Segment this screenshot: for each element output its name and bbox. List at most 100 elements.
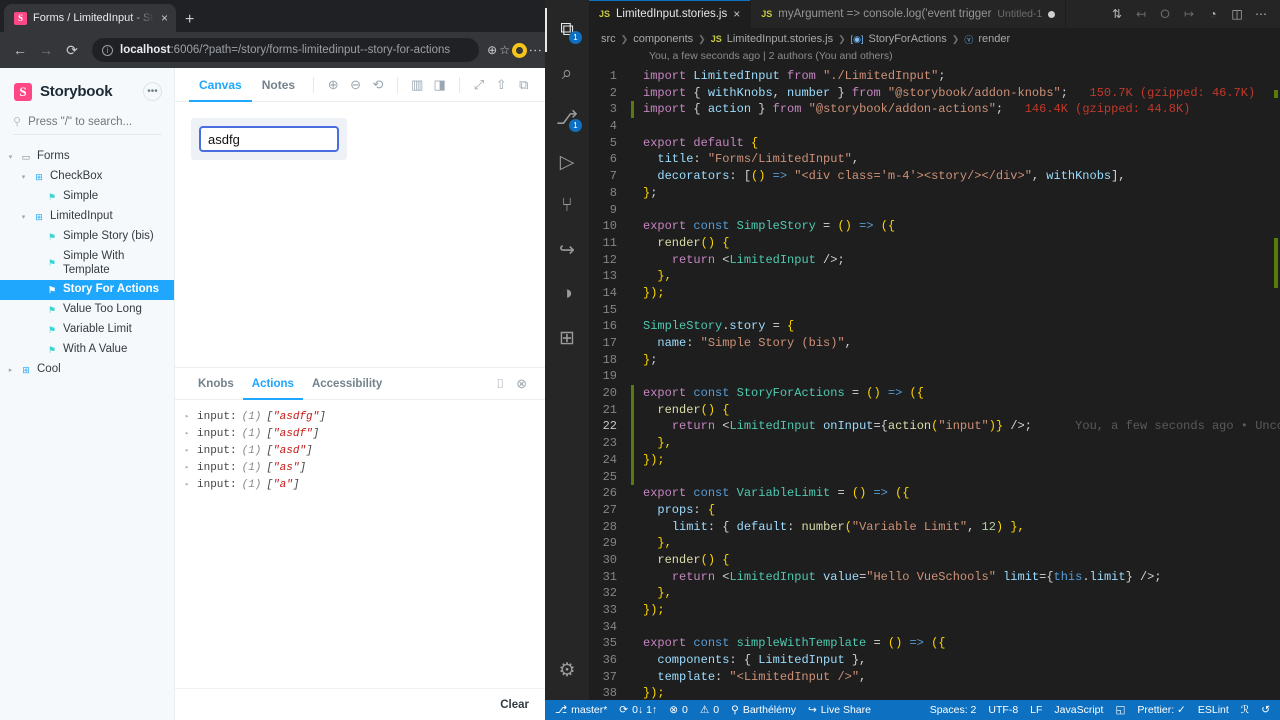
browser-menu-icon[interactable]: ⋮: [528, 44, 543, 57]
branch-status[interactable]: ⎇ master*: [549, 700, 613, 720]
tree-item-value-too-long[interactable]: ⚑ Value Too Long: [0, 300, 174, 320]
sidebar-menu-icon[interactable]: •••: [143, 82, 162, 101]
breadcrumb-item[interactable]: StoryForActions: [869, 33, 947, 45]
eslint-status[interactable]: ESLint: [1192, 700, 1235, 720]
explorer-icon[interactable]: ⧉ 1: [545, 8, 589, 52]
run-and-debug-icon[interactable]: ▷: [545, 140, 589, 184]
screencast-status[interactable]: ◱: [1109, 700, 1131, 720]
tree-item-story-for-actions[interactable]: ⚑ Story For Actions: [0, 280, 174, 300]
browser-tab[interactable]: S Forms / LimitedInput - Story F ×: [4, 4, 176, 32]
eol-status[interactable]: LF: [1024, 700, 1048, 720]
breadcrumb-item[interactable]: components: [633, 33, 693, 45]
action-log-row[interactable]: ▸ input: (1) ["asdf"]: [185, 425, 545, 442]
chevron-icon[interactable]: ▾: [6, 153, 15, 161]
tab-accessibility[interactable]: Accessibility: [303, 368, 391, 400]
live-share-icon[interactable]: ↪: [545, 228, 589, 272]
sync-status[interactable]: ⟳ 0↓ 1↑: [613, 700, 663, 720]
action-log-row[interactable]: ▸ input: (1) ["a"]: [185, 476, 545, 493]
action-log-row[interactable]: ▸ input: (1) ["as"]: [185, 459, 545, 476]
expand-icon[interactable]: ▸: [185, 412, 192, 421]
open-in-new-tab-icon[interactable]: ⇧: [490, 72, 512, 97]
back-icon[interactable]: ←: [8, 38, 32, 62]
reload-icon[interactable]: ⟳: [60, 38, 84, 62]
zoom-reset-icon[interactable]: ⟲: [367, 72, 389, 97]
tab-knobs[interactable]: Knobs: [189, 368, 243, 400]
tab-canvas[interactable]: Canvas: [189, 68, 252, 102]
run-file-icon[interactable]: ◔: [1202, 7, 1224, 21]
tab-limitedinput-stories[interactable]: JS LimitedInput.stories.js ×: [589, 0, 752, 28]
split-editor-vertical-icon[interactable]: ⇅: [1106, 7, 1128, 21]
expand-icon[interactable]: ▸: [185, 463, 192, 472]
dock-position-icon[interactable]: ⌷: [490, 376, 510, 392]
expand-icon[interactable]: ▸: [185, 480, 192, 489]
grid-background-icon[interactable]: ▥: [406, 72, 428, 97]
split-editor-icon[interactable]: ◫: [1226, 7, 1248, 21]
indentation-status[interactable]: Spaces: 2: [924, 700, 983, 720]
profile-avatar-icon[interactable]: [512, 42, 527, 58]
zoom-in-icon[interactable]: ⊕: [322, 72, 344, 97]
sidebar-search[interactable]: ⚲: [13, 115, 162, 135]
action-log-row[interactable]: ▸ input: (1) ["asd"]: [185, 442, 545, 459]
tree-item-simple-story-bis[interactable]: ⚑ Simple Story (bis): [0, 227, 174, 247]
encoding-status[interactable]: UTF-8: [982, 700, 1024, 720]
prettier-status[interactable]: Prettier: ✓: [1131, 700, 1191, 720]
tree-item-checkbox[interactable]: ▾ ⊞ CheckBox: [0, 167, 174, 187]
close-icon[interactable]: ×: [733, 7, 740, 21]
action-log-row[interactable]: ▸ input: (1) ["asdfg"]: [185, 408, 545, 425]
zoom-out-icon[interactable]: ⊖: [344, 72, 366, 97]
tree-item-limitedinput[interactable]: ▾ ⊞ LimitedInput: [0, 207, 174, 227]
expand-icon[interactable]: ▸: [185, 446, 192, 455]
chevron-icon[interactable]: ▾: [19, 213, 28, 221]
copy-link-icon[interactable]: ⧉: [513, 72, 535, 97]
user-status[interactable]: ⚲ Barthélémy: [725, 700, 802, 720]
rescript-status[interactable]: ℛ: [1235, 700, 1255, 720]
limited-input-field[interactable]: [199, 126, 339, 152]
more-actions-icon[interactable]: ⋯: [1250, 7, 1272, 21]
tree-item-with-a-value[interactable]: ⚑ With A Value: [0, 340, 174, 360]
live-share-status[interactable]: ↪ Live Share: [802, 700, 877, 720]
zoom-indicator-icon[interactable]: ⊕: [487, 43, 497, 57]
site-info-icon[interactable]: i: [102, 44, 113, 56]
tree-item-forms[interactable]: ▾ ▭ Forms: [0, 147, 174, 167]
tree-item-cool[interactable]: ▸ ⊞ Cool: [0, 360, 174, 380]
remote-explorer-icon[interactable]: ◑: [545, 272, 589, 316]
breadcrumb-item[interactable]: render: [978, 33, 1010, 45]
extensions-icon[interactable]: ⊞: [545, 316, 589, 360]
chevron-icon[interactable]: ▾: [19, 173, 28, 181]
search-input[interactable]: [28, 115, 162, 128]
editor-scrollbar[interactable]: [1266, 68, 1280, 700]
go-forward-change-icon[interactable]: ↦: [1178, 7, 1200, 21]
expand-icon[interactable]: ▸: [185, 429, 192, 438]
source-control-icon[interactable]: ⎇ 1: [545, 96, 589, 140]
address-bar[interactable]: i localhost:6006/?path=/story/forms-limi…: [92, 38, 480, 62]
tree-item-simple-with-template[interactable]: ⚑ Simple With Template: [0, 247, 174, 280]
close-panel-icon[interactable]: ⊗: [510, 376, 533, 392]
close-icon[interactable]: ×: [160, 12, 169, 24]
search-icon[interactable]: ⌕: [545, 52, 589, 96]
contrast-icon[interactable]: ◨: [428, 72, 450, 97]
tab-notes[interactable]: Notes: [252, 68, 305, 102]
current-change-icon[interactable]: ⭘: [1154, 7, 1176, 22]
warnings-status[interactable]: ⚠ 0: [694, 700, 725, 720]
settings-gear-icon[interactable]: ⚙: [545, 648, 589, 692]
tree-item-variable-limit[interactable]: ⚑ Variable Limit: [0, 320, 174, 340]
breadcrumb-item[interactable]: LimitedInput.stories.js: [727, 33, 833, 45]
chevron-icon[interactable]: ▸: [6, 366, 15, 374]
tab-myargument[interactable]: JS myArgument => console.log('event trig…: [751, 0, 1067, 28]
forward-icon[interactable]: →: [34, 38, 58, 62]
tree-item-simple[interactable]: ⚑ Simple: [0, 187, 174, 207]
tab-actions[interactable]: Actions: [243, 368, 303, 400]
notifications-status[interactable]: ↺: [1255, 700, 1276, 720]
code-editor[interactable]: 1 import LimitedInput from "./LimitedInpu…: [589, 68, 1280, 700]
problems-status[interactable]: ⊗ 0: [663, 700, 694, 720]
clear-button[interactable]: Clear: [500, 699, 529, 711]
language-status[interactable]: JavaScript: [1048, 700, 1109, 720]
bookmark-star-icon[interactable]: ☆: [499, 43, 510, 57]
new-tab-icon[interactable]: +: [176, 11, 203, 32]
editor-tab-title: LimitedInput.stories.js: [616, 8, 728, 20]
go-back-change-icon[interactable]: ↤: [1130, 7, 1152, 21]
fullscreen-icon[interactable]: ⤢: [468, 72, 490, 97]
pull-request-icon[interactable]: ⑂: [545, 184, 589, 228]
breadcrumb-item[interactable]: src: [601, 33, 616, 45]
code-line: 21 render() {: [589, 401, 1280, 419]
